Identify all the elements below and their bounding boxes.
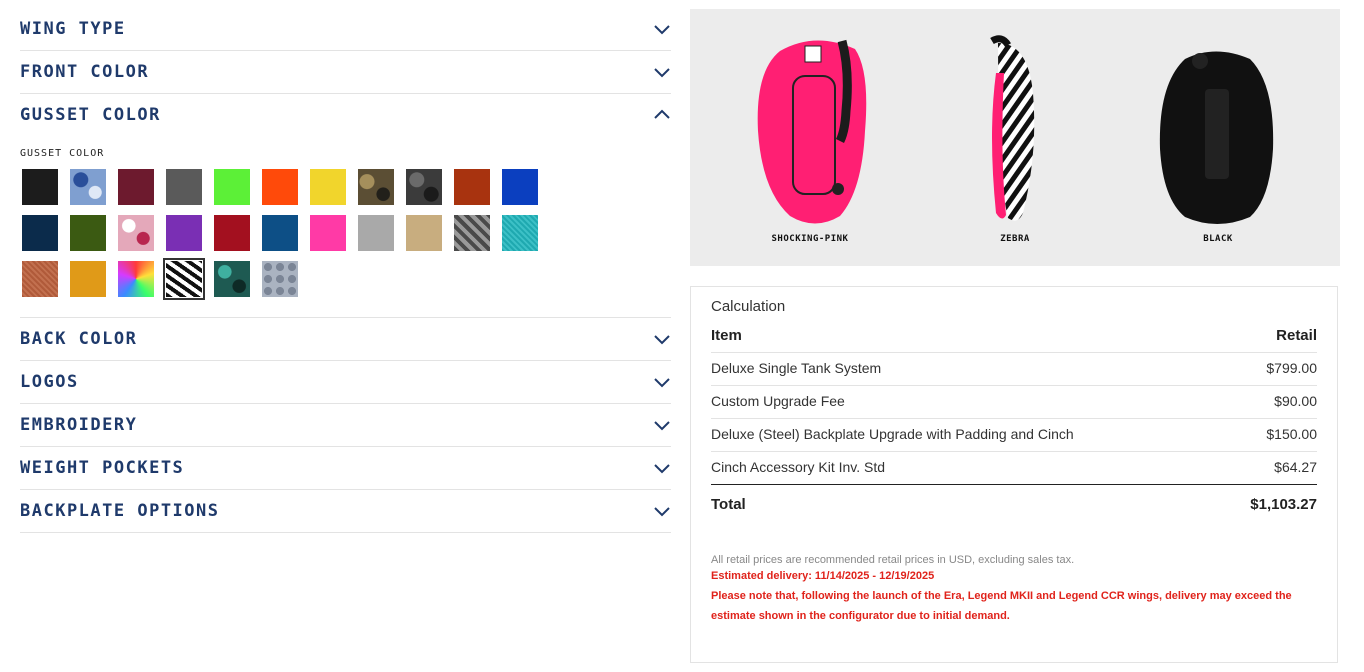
calculation-title: Calculation	[711, 298, 786, 315]
swatch-ocean-blue[interactable]	[262, 215, 298, 251]
chevron-down-icon	[654, 378, 670, 388]
accordion-gusset-color[interactable]: GUSSET COLOR	[20, 94, 671, 136]
price-calculation: Calculation Item Retail Deluxe Single Ta…	[690, 286, 1338, 663]
accordion-gusset-color-panel: GUSSET COLOR GUSSET COLOR	[20, 94, 671, 318]
item-price: $799.00	[1266, 360, 1317, 376]
chevron-down-icon	[654, 421, 670, 431]
back-color-caption: BLACK	[1203, 234, 1233, 244]
swatch-burgundy[interactable]	[118, 169, 154, 205]
total-label: Total	[711, 496, 746, 513]
swatch-light-grey[interactable]	[358, 215, 394, 251]
accordion-title: GUSSET COLOR	[20, 105, 161, 125]
accordion-title: WING TYPE	[20, 19, 126, 39]
swatch-zebra[interactable]	[163, 258, 205, 300]
column-item: Item	[711, 327, 742, 344]
accordion-title: BACKPLATE OPTIONS	[20, 501, 220, 521]
accordion-embroidery[interactable]: EMBROIDERY	[20, 404, 671, 447]
swatch-yellow[interactable]	[310, 169, 346, 205]
item-name: Deluxe Single Tank System	[711, 360, 882, 376]
chevron-down-icon	[654, 68, 670, 78]
swatch-copper[interactable]	[22, 261, 58, 297]
accordion-title: EMBROIDERY	[20, 415, 138, 435]
swatch-teal[interactable]	[502, 215, 538, 251]
swatch-orange[interactable]	[262, 169, 298, 205]
accordion-title: WEIGHT POCKETS	[20, 458, 185, 478]
swatch-hot-pink[interactable]	[310, 215, 346, 251]
front-color-caption: SHOCKING-PINK	[771, 234, 849, 244]
item-name: Cinch Accessory Kit Inv. Std	[711, 459, 886, 475]
table-row: Cinch Accessory Kit Inv. Std $64.27	[711, 452, 1317, 485]
chevron-down-icon	[654, 335, 670, 345]
price-note: All retail prices are recommended retail…	[711, 554, 1075, 566]
total-row: Total $1,103.27	[711, 485, 1317, 524]
item-price: $150.00	[1266, 426, 1317, 442]
chevron-down-icon	[654, 25, 670, 35]
gusset-color-caption: ZEBRA	[1000, 234, 1030, 244]
swatch-tan[interactable]	[406, 215, 442, 251]
configurator-panel: WING TYPE FRONT COLOR GUSSET COLOR GUSSE…	[20, 8, 671, 533]
total-value: $1,103.27	[1250, 496, 1317, 513]
accordion-weight-pockets[interactable]: WEIGHT POCKETS	[20, 447, 671, 490]
accordion-wing-type[interactable]: WING TYPE	[20, 8, 671, 51]
back-wing-image	[1159, 51, 1274, 224]
swatch-dark-camo[interactable]	[406, 169, 442, 205]
swatch-gold[interactable]	[70, 261, 106, 297]
swatch-olive[interactable]	[70, 215, 106, 251]
item-name: Deluxe (Steel) Backplate Upgrade with Pa…	[711, 426, 1074, 442]
item-price: $90.00	[1274, 393, 1317, 409]
swatch-lime-green[interactable]	[214, 169, 250, 205]
swatch-hex-grey[interactable]	[262, 261, 298, 297]
front-wing-image	[757, 39, 867, 224]
chevron-down-icon	[654, 507, 670, 517]
accordion-backplate-options[interactable]: BACKPLATE OPTIONS	[20, 490, 671, 533]
swatch-desert-camo[interactable]	[358, 169, 394, 205]
swatch-black[interactable]	[22, 169, 58, 205]
swatch-purple[interactable]	[166, 215, 202, 251]
swatch-red[interactable]	[214, 215, 250, 251]
swatch-grey[interactable]	[166, 169, 202, 205]
accordion-front-color[interactable]: FRONT COLOR	[20, 51, 671, 94]
column-retail: Retail	[1276, 327, 1317, 344]
swatch-navy[interactable]	[22, 215, 58, 251]
accordion-title: LOGOS	[20, 372, 79, 392]
chevron-up-icon	[654, 109, 670, 119]
accordion-logos[interactable]: LOGOS	[20, 361, 671, 404]
accordion-title: BACK COLOR	[20, 329, 138, 349]
table-row: Custom Upgrade Fee $90.00	[711, 386, 1317, 419]
swatch-royal-blue[interactable]	[502, 169, 538, 205]
swatch-pink-camo[interactable]	[118, 215, 154, 251]
item-name: Custom Upgrade Fee	[711, 393, 845, 409]
table-row: Deluxe (Steel) Backplate Upgrade with Pa…	[711, 419, 1317, 452]
side-wing-image	[990, 35, 1035, 221]
accordion-back-color[interactable]: BACK COLOR	[20, 318, 671, 361]
swatch-teal-camo[interactable]	[214, 261, 250, 297]
accordion-title: FRONT COLOR	[20, 62, 150, 82]
chevron-down-icon	[654, 464, 670, 474]
wing-preview: SHOCKING-PINK ZEBRA BLACK	[690, 9, 1340, 266]
table-row: Deluxe Single Tank System $799.00	[711, 353, 1317, 386]
item-price: $64.27	[1274, 459, 1317, 475]
delivery-warning: Please note that, following the launch o…	[711, 590, 1292, 622]
table-header: Item Retail	[711, 316, 1317, 353]
gusset-color-label: GUSSET COLOR	[20, 148, 105, 159]
swatch-tie-dye[interactable]	[118, 261, 154, 297]
swatch-blue-camo[interactable]	[70, 169, 106, 205]
estimated-delivery: Estimated delivery: 11/14/2025 - 12/19/2…	[711, 570, 935, 582]
swatch-digital-camo[interactable]	[454, 215, 490, 251]
swatch-grid	[22, 169, 671, 300]
swatch-rust[interactable]	[454, 169, 490, 205]
